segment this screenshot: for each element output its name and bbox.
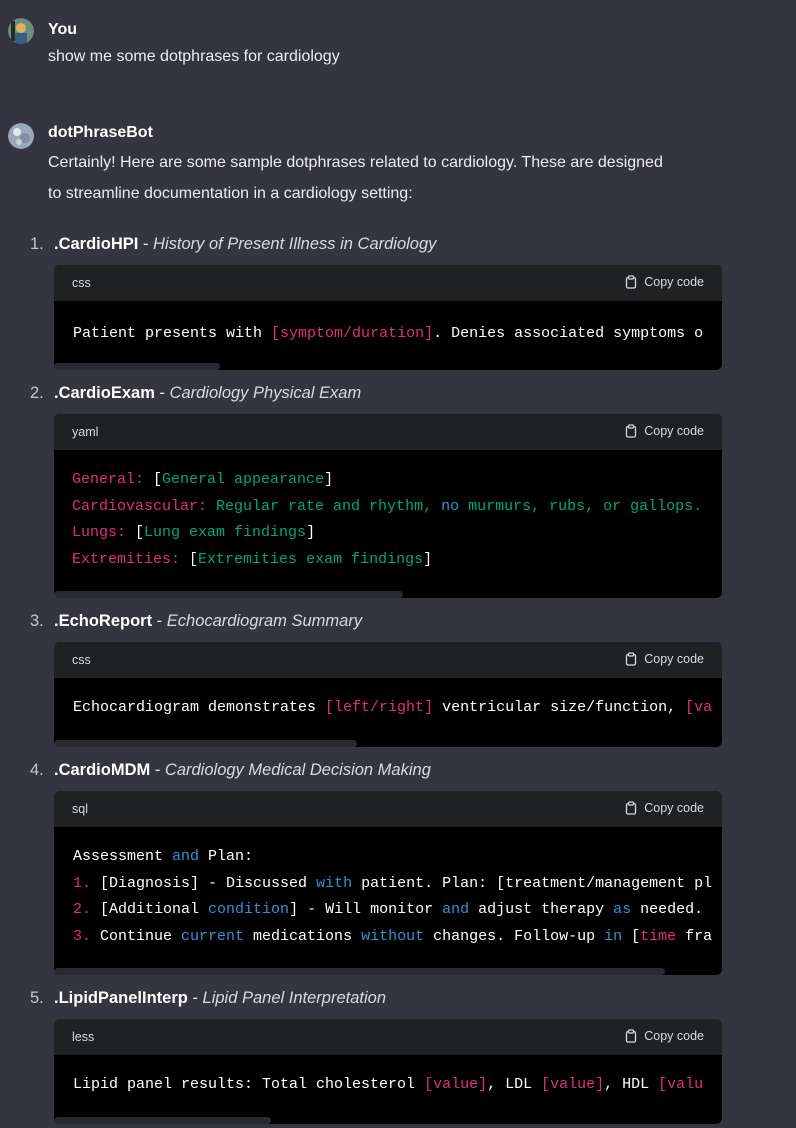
item-number: 1.: [30, 235, 44, 253]
code-block-4: sql Copy code Assessment and Plan: 1. [D…: [54, 791, 722, 975]
code-block-5: less Copy code Lipid panel results: Tota…: [54, 1019, 722, 1124]
code-language: css: [72, 653, 91, 667]
clipboard-icon: [626, 275, 637, 289]
separator: -: [152, 612, 167, 630]
item-number: 2.: [30, 384, 44, 402]
copy-code-label: Copy code: [644, 1029, 704, 1043]
separator: -: [154, 384, 170, 402]
copy-code-label: Copy code: [644, 801, 704, 815]
copy-code-button[interactable]: Copy code: [624, 652, 704, 666]
code-content: Assessment and Plan: 1. [Diagnosis] - Di…: [73, 848, 713, 945]
code-content: Lipid panel results: Total cholesterol […: [73, 1076, 704, 1093]
dotphrase-description: Echocardiogram Summary: [166, 612, 363, 630]
dotphrase-name: .CardioMDM: [54, 761, 151, 779]
bot-intro-line2: to streamline documentation in a cardiol…: [48, 185, 413, 202]
code-language: yaml: [72, 425, 99, 439]
clipboard-icon: [626, 652, 637, 666]
code-header: yaml Copy code: [54, 414, 722, 450]
bot-name: dotPhraseBot: [48, 124, 153, 141]
clipboard-icon: [626, 1029, 637, 1043]
code-content: Echocardiogram demonstrates [left/right]…: [73, 699, 713, 716]
horizontal-scrollbar[interactable]: [54, 740, 357, 747]
dotphrase-name: .LipidPanelInterp: [54, 989, 188, 1007]
item-number: 4.: [30, 761, 44, 779]
code-content: General: [General appearance] Cardiovasc…: [72, 471, 703, 568]
dotphrase-description: Lipid Panel Interpretation: [202, 989, 386, 1007]
bot-avatar: [8, 123, 34, 149]
user-avatar: [8, 18, 34, 44]
code-language: less: [72, 1030, 95, 1044]
code-language: css: [72, 276, 91, 290]
dotphrase-name: .EchoReport: [54, 612, 153, 630]
horizontal-scrollbar[interactable]: [54, 968, 665, 975]
code-block-3: css Copy code Echocardiogram demonstrate…: [54, 642, 722, 747]
bot-intro-line1: Certainly! Here are some sample dotphras…: [48, 154, 663, 171]
code-header: css Copy code: [54, 265, 722, 301]
copy-code-button[interactable]: Copy code: [624, 1029, 704, 1043]
copy-code-label: Copy code: [644, 652, 704, 666]
copy-code-button[interactable]: Copy code: [624, 275, 704, 289]
code-header: sql Copy code: [54, 791, 722, 827]
clipboard-icon: [626, 801, 637, 815]
user-message-text: show me some dotphrases for cardiology: [48, 48, 340, 65]
horizontal-scrollbar[interactable]: [54, 363, 220, 370]
dotphrase-title-5: 5. .LipidPanelInterp - Lipid Panel Interp…: [30, 989, 386, 1008]
dotphrase-title-4: 4. .CardioMDM - Cardiology Medical Decisi…: [30, 761, 431, 780]
code-language: sql: [72, 802, 88, 816]
copy-code-button[interactable]: Copy code: [624, 424, 704, 438]
horizontal-scrollbar[interactable]: [54, 591, 403, 598]
separator: -: [150, 761, 165, 779]
horizontal-scrollbar[interactable]: [54, 1117, 271, 1124]
copy-code-label: Copy code: [644, 275, 704, 289]
separator: -: [138, 235, 154, 253]
item-number: 3.: [30, 612, 44, 630]
dotphrase-description: History of Present Illness in Cardiology: [153, 235, 437, 253]
copy-code-label: Copy code: [644, 424, 704, 438]
clipboard-icon: [626, 424, 637, 438]
user-message: You show me some dotphrases for cardiolo…: [0, 0, 796, 90]
item-number: 5.: [30, 989, 44, 1007]
user-name: You: [48, 21, 78, 38]
dotphrase-title-3: 3. .EchoReport - Echocardiogram Summary: [30, 612, 362, 631]
dotphrase-title-1: 1. .CardioHPI - History of Present Illnes…: [30, 235, 436, 254]
dotphrase-name: .CardioExam: [54, 384, 155, 402]
dotphrase-name: .CardioHPI: [54, 235, 139, 253]
code-block-1: css Copy code Patient presents with [sym…: [54, 265, 722, 370]
dotphrase-description: Cardiology Medical Decision Making: [164, 761, 431, 779]
separator: -: [187, 989, 203, 1007]
dotphrase-title-2: 2. .CardioExam - Cardiology Physical Exam: [30, 384, 361, 403]
copy-code-button[interactable]: Copy code: [624, 801, 704, 815]
code-block-2: yaml Copy code General: [General appeara…: [54, 414, 722, 598]
code-content: Patient presents with [symptom/duration]…: [73, 325, 704, 342]
dotphrase-description: Cardiology Physical Exam: [169, 384, 362, 402]
code-header: less Copy code: [54, 1019, 722, 1055]
code-header: css Copy code: [54, 642, 722, 678]
